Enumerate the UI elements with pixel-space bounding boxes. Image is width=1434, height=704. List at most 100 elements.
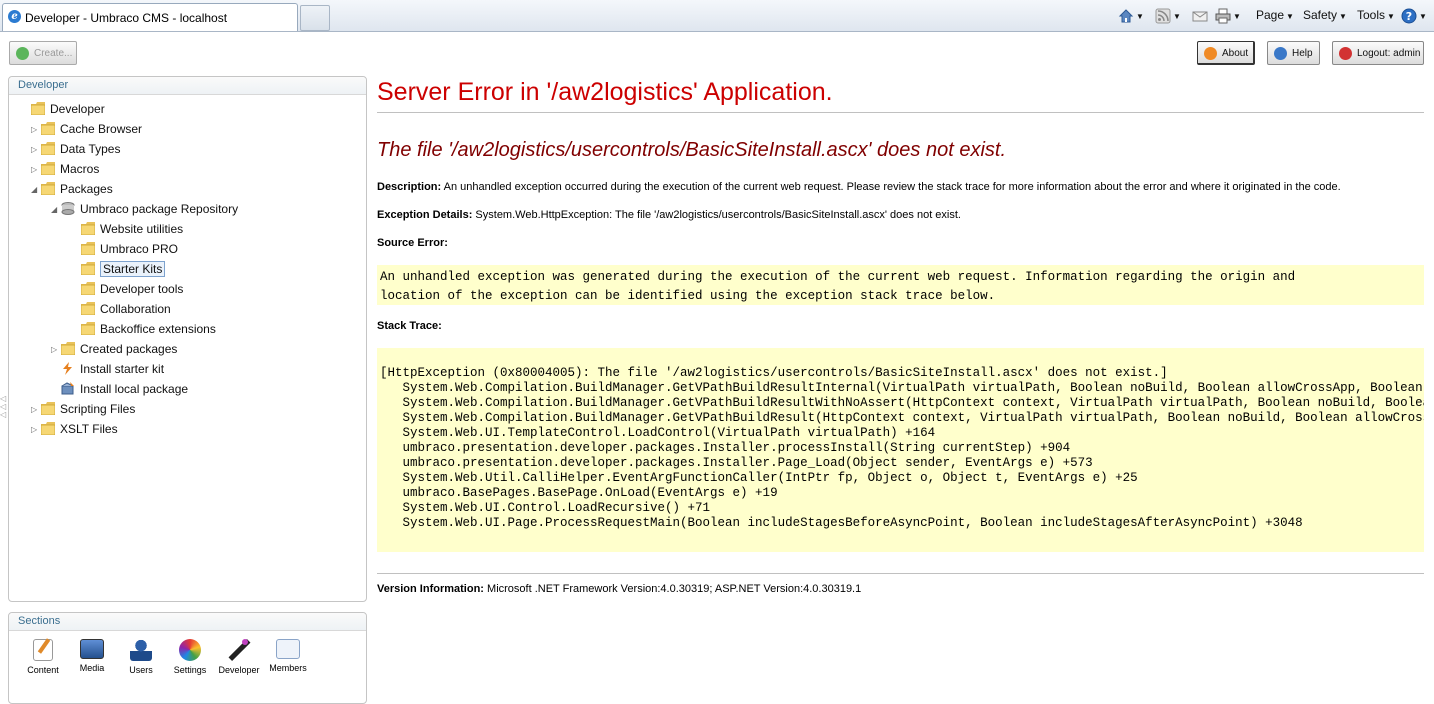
expand-arrow-icon[interactable]: ◢ [51, 201, 61, 219]
create-button[interactable]: Create... [9, 41, 77, 65]
stack-trace-label: Stack Trace: [377, 320, 442, 332]
tree-item[interactable]: Starter Kits [71, 260, 166, 278]
stack-trace-box: [HttpException (0x80004005): The file '/… [377, 348, 1424, 552]
feeds-icon[interactable]: ▼ [1155, 7, 1181, 24]
stack-trace-heading: Stack Trace: [377, 320, 442, 332]
section-settings[interactable]: Settings [168, 639, 212, 675]
divider [377, 573, 1424, 574]
description-line: Description: An unhandled exception occu… [377, 181, 1341, 193]
expand-arrow-icon[interactable]: ◢ [31, 181, 41, 199]
tree-panel: Developer Developer ▷ Cache Browser ▷ Data T… [8, 76, 367, 602]
stack-trace-line: System.Web.UI.Page.ProcessRequestMain(Bo… [380, 516, 1303, 530]
about-button[interactable]: About [1197, 41, 1255, 65]
tree-item[interactable]: ▷ Data Types [31, 140, 120, 158]
expand-arrow-icon[interactable]: ▷ [31, 121, 41, 139]
tree-item-label: Collaboration [100, 302, 171, 316]
stack-trace-line: System.Web.UI.TemplateControl.LoadContro… [380, 426, 936, 440]
mail-icon[interactable] [1192, 7, 1208, 23]
sections-panel-header: Sections [9, 613, 366, 631]
tree-item-label: Install starter kit [80, 362, 165, 376]
stack-trace-line: umbraco.presentation.developer.packages.… [380, 441, 1071, 455]
help-icon [1274, 47, 1287, 60]
version-label: Version Information: [377, 583, 484, 595]
section-users-label: Users [129, 665, 153, 675]
safety-menu[interactable]: Safety ▼ [1303, 7, 1347, 23]
page-menu[interactable]: Page ▼ [1256, 7, 1294, 23]
browser-tab-bar: e Developer - Umbraco CMS - localhost ▼ … [0, 0, 1434, 32]
tree-item-label: Developer [50, 102, 105, 116]
tree-item[interactable]: ▷ Created packages [51, 340, 177, 358]
new-tab-button[interactable] [300, 5, 330, 31]
home-icon[interactable]: ▼ [1118, 7, 1144, 23]
tree-item-label: Umbraco package Repository [80, 202, 239, 216]
source-error-label: Source Error: [377, 237, 448, 249]
tree-item[interactable]: ▷ XSLT Files [31, 420, 118, 438]
section-content[interactable]: Content [21, 638, 65, 675]
logout-button[interactable]: Logout: admin [1332, 41, 1424, 65]
logout-icon [1339, 47, 1352, 60]
print-icon[interactable]: ▼ [1215, 7, 1241, 24]
error-subtitle: The file '/aw2logistics/usercontrols/Bas… [377, 139, 1007, 161]
divider [377, 112, 1424, 113]
tree-item-label: Starter Kits [100, 261, 166, 277]
exception-line: Exception Details: System.Web.HttpExcept… [377, 209, 961, 221]
section-media[interactable]: Media [70, 639, 114, 673]
section-users[interactable]: Users [119, 639, 163, 675]
source-error-line: An unhandled exception was generated dur… [380, 270, 1296, 284]
stack-trace-line: System.Web.Util.CalliHelper.EventArgFunc… [380, 471, 1138, 485]
create-button-label: Create... [34, 48, 73, 59]
section-media-label: Media [79, 663, 105, 673]
expand-arrow-icon[interactable]: ▷ [31, 141, 41, 159]
section-developer[interactable]: Developer [217, 639, 261, 675]
repository-icon [61, 202, 75, 216]
tree-item[interactable]: ▷ Macros [31, 160, 99, 178]
tree-item-label: Developer tools [100, 282, 184, 296]
folder-icon [40, 402, 56, 416]
expand-arrow-icon[interactable]: ▷ [31, 401, 41, 419]
folder-icon [30, 102, 46, 116]
tree-item[interactable]: ▷ Scripting Files [31, 400, 135, 418]
tree-item-label: Scripting Files [60, 402, 136, 416]
folder-icon [80, 322, 96, 336]
panel-resize-grip[interactable]: ◁ ◁ ◁ [0, 395, 6, 419]
folder-icon [40, 142, 56, 156]
tree-item[interactable]: Backoffice extensions [71, 320, 216, 338]
tree-item[interactable]: Developer [21, 100, 105, 118]
stack-trace-line: System.Web.UI.Control.LoadRecursive() +7… [380, 501, 711, 515]
tree-item[interactable]: Umbraco PRO [71, 240, 178, 258]
help-button[interactable]: Help [1267, 41, 1320, 65]
tree-item[interactable]: ◢ Umbraco package Repository [51, 200, 238, 218]
tree-item-label: Created packages [80, 342, 178, 356]
folder-icon [80, 222, 96, 236]
stack-trace-line: umbraco.BasePages.BasePage.OnLoad(EventA… [380, 486, 778, 500]
tools-menu[interactable]: Tools ▼ [1357, 7, 1395, 23]
lightning-icon [61, 362, 75, 376]
description-label: Description: [377, 181, 442, 193]
help-icon[interactable]: ? ▼ [1401, 7, 1427, 24]
tree-item[interactable]: Install starter kit [51, 360, 164, 378]
expand-arrow-icon[interactable]: ▷ [51, 341, 61, 359]
settings-icon [179, 639, 201, 661]
source-error-heading: Source Error: [377, 237, 448, 249]
tree-item[interactable]: ▷ Cache Browser [31, 120, 142, 138]
stack-trace-line: System.Web.Compilation.BuildManager.GetV… [380, 411, 1425, 425]
tree-item[interactable]: Collaboration [71, 300, 171, 318]
tree-item-label: Umbraco PRO [100, 242, 179, 256]
section-members[interactable]: Members [266, 639, 310, 673]
tree-item[interactable]: ◢ Packages [31, 180, 113, 198]
version-line: Version Information: Microsoft .NET Fram… [377, 583, 861, 595]
tree-item[interactable]: Install local package [51, 380, 188, 398]
tree-item[interactable]: Website utilities [71, 220, 183, 238]
folder-icon [40, 422, 56, 436]
stack-trace-lines: [HttpException (0x80004005): The file '/… [380, 366, 1425, 531]
tree-item-label: XSLT Files [60, 422, 118, 436]
expand-arrow-icon[interactable]: ▷ [31, 421, 41, 439]
users-icon [130, 639, 152, 661]
sections-panel: Sections Content Media Users Settings De… [8, 612, 367, 704]
section-developer-label: Developer [218, 665, 260, 675]
expand-arrow-icon[interactable]: ▷ [31, 161, 41, 179]
browser-tab[interactable]: e Developer - Umbraco CMS - localhost [2, 3, 298, 31]
tree-panel-header: Developer [9, 77, 366, 95]
safety-menu-label: Safety [1303, 8, 1338, 22]
tree-item[interactable]: Developer tools [71, 280, 183, 298]
